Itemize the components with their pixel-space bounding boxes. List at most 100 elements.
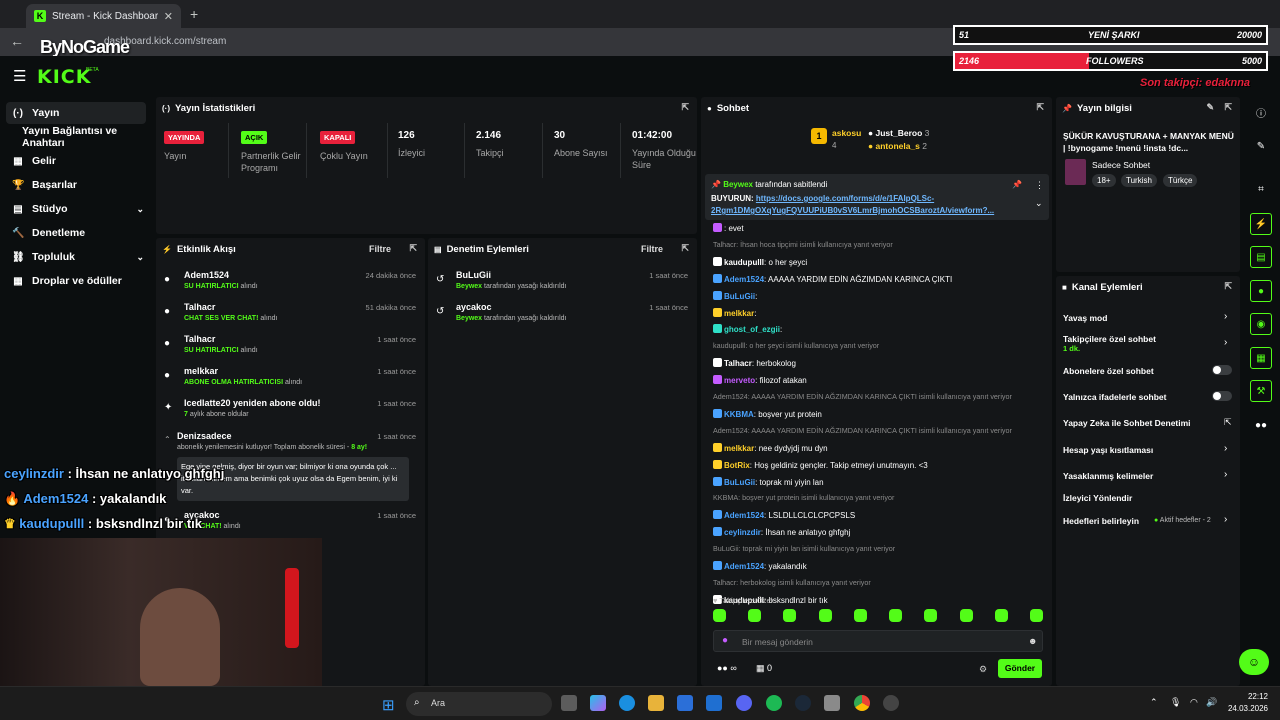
help-chat-icon[interactable]: ☺ [1239,649,1269,675]
points-row[interactable]: ●● ∞ [717,663,737,673]
discord-icon[interactable] [736,695,752,711]
popout-icon[interactable]: ⇱ [681,243,689,254]
pinned-message[interactable]: 📌 Beywex tarafından sabitlendi 📌 ⋮ BUYUR… [705,174,1049,220]
wifi-icon[interactable]: ◠ [1190,697,1198,708]
hamburger-menu-icon[interactable]: ☰ [13,67,26,85]
sub-only-toggle[interactable] [1212,365,1232,375]
app-icon[interactable] [824,695,840,711]
lightning-icon[interactable]: ⚡ [1250,213,1272,235]
followers-only-chat[interactable]: Takipçilere özel sohbet [1063,334,1156,344]
clock-time[interactable]: 22:12 [1236,692,1268,701]
edit-icon[interactable]: ✎ [1206,102,1214,113]
chat-username[interactable]: Adem1524 [724,275,764,284]
filter-button[interactable]: Filtre [369,244,391,254]
external-link-icon[interactable]: ⇱ [1224,417,1232,428]
popout-icon[interactable]: ⇱ [409,243,417,254]
chat-username[interactable]: Adem1524 [724,562,764,571]
chat-username[interactable]: BotRix [724,461,750,470]
settings-icon[interactable]: ⚙ [979,664,987,675]
account-age-restriction[interactable]: Hesap yaşı kısıtlaması [1063,445,1153,455]
list-icon[interactable]: ▦ [1250,347,1272,369]
gift-row[interactable]: ▦ 0 [756,663,772,674]
chevron-up-icon[interactable]: ⌃ [164,435,171,444]
chevron-right-icon[interactable]: › [1224,469,1227,480]
new-tab-button[interactable]: + [190,6,198,22]
chrome-icon[interactable] [854,695,870,711]
emoji-icon[interactable]: ☻ [1028,636,1037,646]
document-icon[interactable]: ▤ [1250,246,1272,268]
browser-tab[interactable]: K Stream - Kick Dashboard ✕ [26,4,181,28]
ai-moderation[interactable]: Yapay Zeka ile Sohbet Denetimi [1063,418,1191,428]
emote-icon[interactable] [853,609,867,622]
chat-username[interactable]: ghost_of_ezgii [724,325,780,334]
banned-words[interactable]: Yasaklanmış kelimeler [1063,471,1153,481]
taskbar-search[interactable]: ⌕ Ara [406,692,552,716]
chat-username[interactable]: melkkar [724,309,754,318]
chat-username[interactable]: melkkar [724,444,754,453]
copilot-icon[interactable] [590,695,606,711]
chat-username[interactable]: BuLuGii [724,478,755,487]
windows-start-icon[interactable]: ⊞ [382,696,395,714]
chat-username[interactable]: Adem1524 [724,511,764,520]
nav-droplar[interactable]: ▦ Droplar ve ödüller [6,270,146,292]
chevron-up-icon[interactable]: ⌃ [1150,697,1158,708]
more-icon[interactable]: ⋮ [1035,180,1044,191]
steam-icon[interactable] [795,695,811,711]
emote-icon[interactable] [959,609,973,622]
popout-icon[interactable]: ⇱ [681,102,689,113]
users-icon[interactable]: ●● [1250,414,1272,436]
spotify-icon[interactable] [766,695,782,711]
filter-button[interactable]: Filtre [641,244,663,254]
emote-icon[interactable] [889,609,903,622]
mail-icon[interactable] [706,695,722,711]
nav-basarilar[interactable]: 🏆 Başarılar [6,174,146,196]
emote-icon[interactable] [783,609,797,622]
back-icon[interactable]: ← [10,33,24,49]
category-name[interactable]: Sadece Sohbet [1092,160,1150,170]
emote-icon[interactable] [818,609,832,622]
chevron-right-icon[interactable]: › [1224,514,1227,525]
chat-username[interactable]: KKBMA [724,410,754,419]
slow-mode[interactable]: Yavaş mod [1063,313,1107,323]
emote-icon[interactable] [924,609,938,622]
send-button[interactable]: Gönder [998,659,1042,678]
chat-username[interactable]: merveto [724,376,755,385]
info-icon[interactable]: ⓘ [1250,101,1272,123]
nav-yayin[interactable]: (·) Yayın [6,102,146,124]
chat-input[interactable]: ● Bir mesaj gönderin ☻ [713,630,1043,652]
hammer-icon[interactable]: ⚒ [1250,380,1272,402]
nav-topluluk[interactable]: ⛓ Topluluk ⌄ [6,246,146,268]
mic-tray-icon[interactable]: 🎙 [1170,697,1181,708]
edge-icon[interactable] [619,695,635,711]
chat-username[interactable]: Talhacr [724,359,752,368]
broadcast-icon[interactable]: ◉ [1250,313,1272,335]
close-tab-icon[interactable]: ✕ [164,10,173,23]
nav-studyo[interactable]: ▤ Stüdyo ⌄ [6,198,146,220]
popout-icon[interactable]: ⇱ [1036,102,1044,113]
chevron-right-icon[interactable]: › [1224,443,1227,454]
clock-date[interactable]: 24.03.2026 [1226,704,1268,713]
emote-icon[interactable] [1029,609,1043,622]
popout-icon[interactable]: ⇱ [1224,281,1232,292]
emote-only-toggle[interactable] [1212,391,1232,401]
chevron-right-icon[interactable]: › [1224,311,1227,322]
chevron-right-icon[interactable]: › [1224,337,1227,348]
volume-icon[interactable]: 🔊 [1206,697,1217,708]
nav-denetleme[interactable]: 🔨 Denetleme [6,222,146,244]
chat-username[interactable]: BuLuGii [724,292,755,301]
chat-icon[interactable]: ● [1250,280,1272,302]
task-view-icon[interactable] [561,695,577,711]
file-explorer-icon[interactable] [648,695,664,711]
store-icon[interactable] [677,695,693,711]
popout-icon[interactable]: ⇱ [1224,102,1232,113]
chevron-down-icon[interactable]: ⌄ [1035,198,1043,209]
chat-username[interactable]: ceylinzdir [724,528,761,537]
emote-icon[interactable] [748,609,762,622]
emote-icon[interactable] [994,609,1008,622]
nav-gelir[interactable]: ▦ Gelir [6,150,146,172]
edit-icon[interactable]: ✎ [1250,135,1272,157]
kick-logo[interactable]: KICK [37,66,91,88]
obs-icon[interactable] [883,695,899,711]
host-viewers[interactable]: İzleyici Yönlendir [1063,493,1132,503]
emote-icon[interactable] [713,609,726,622]
